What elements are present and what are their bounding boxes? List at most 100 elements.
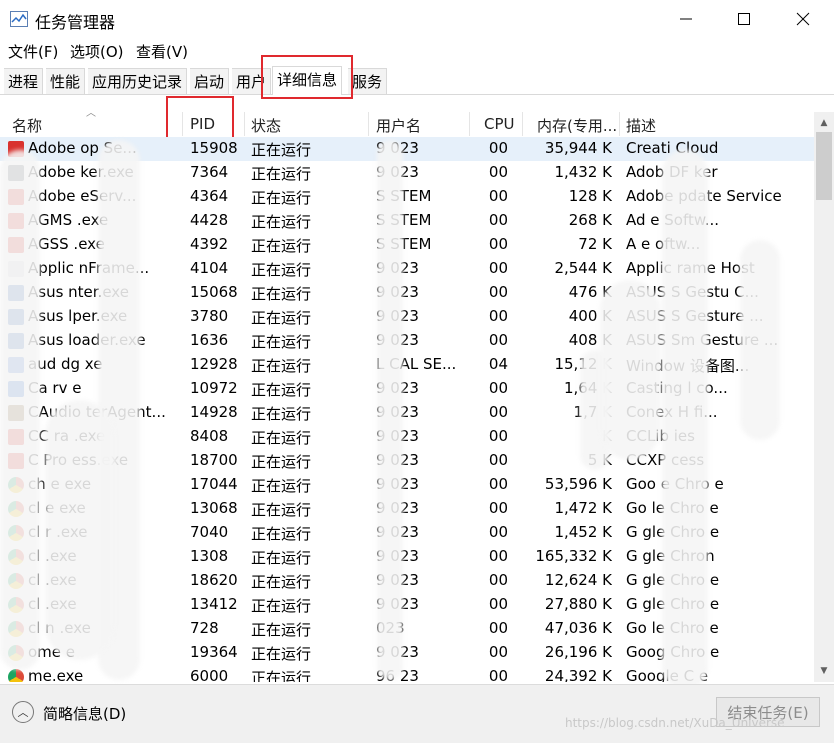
scroll-up-icon[interactable]: ▲ — [814, 114, 834, 132]
column-name[interactable]: 名称 — [12, 115, 42, 136]
process-status: 正在运行 — [251, 597, 312, 615]
fewer-details-link[interactable]: 简略信息(D) — [43, 703, 126, 724]
process-pid: 12928 — [190, 355, 238, 373]
close-button[interactable] — [774, 0, 832, 38]
scroll-down-icon[interactable]: ▼ — [814, 662, 834, 680]
column-description[interactable]: 描述 — [626, 115, 656, 136]
process-cpu: 00 — [488, 403, 508, 421]
process-status: 正在运行 — [251, 213, 312, 231]
process-cpu: 00 — [488, 259, 508, 277]
process-description: Goog Chro e — [626, 643, 720, 661]
process-pid: 4428 — [190, 211, 229, 229]
process-cpu: 00 — [488, 643, 508, 661]
tab-startup[interactable]: 启动 — [190, 68, 230, 94]
process-memory: 1,432 K — [554, 163, 612, 181]
process-pid: 18620 — [190, 571, 238, 589]
menu-options[interactable]: 选项(O) — [70, 41, 124, 62]
process-description: Adob DF ker — [626, 163, 717, 181]
minimize-button[interactable] — [657, 0, 715, 38]
scrollbar-thumb[interactable] — [816, 132, 832, 200]
process-memory: 27,880 K — [544, 595, 612, 613]
column-username[interactable]: 用户名 — [376, 115, 421, 136]
process-status: 正在运行 — [251, 501, 312, 519]
redaction-smudge — [740, 240, 780, 440]
process-cpu: 00 — [488, 619, 508, 637]
process-memory: 35,944 K — [544, 139, 612, 157]
process-pid: 4392 — [190, 235, 229, 253]
column-memory[interactable]: 内存(专用... — [537, 115, 617, 136]
process-cpu: 00 — [488, 187, 508, 205]
process-status: 正在运行 — [251, 573, 312, 591]
process-cpu: 00 — [488, 307, 508, 325]
process-status: 正在运行 — [251, 453, 312, 471]
process-cpu: 00 — [488, 235, 508, 253]
process-cpu: 00 — [488, 331, 508, 349]
column-cpu[interactable]: CPU — [484, 115, 515, 133]
menu-view[interactable]: 查看(V) — [136, 41, 188, 62]
tab-processes[interactable]: 进程 — [4, 68, 44, 94]
process-memory: 2,544 K — [554, 259, 612, 277]
column-divider[interactable] — [522, 112, 523, 136]
process-status: 正在运行 — [251, 669, 312, 682]
process-pid: 7040 — [190, 523, 229, 541]
process-status: 正在运行 — [251, 381, 312, 399]
process-memory: 1,472 K — [554, 499, 612, 517]
column-divider[interactable] — [469, 112, 470, 136]
process-cpu: 00 — [488, 451, 508, 469]
menu-file[interactable]: 文件(F) — [8, 41, 58, 62]
process-status: 正在运行 — [251, 333, 312, 351]
redaction-smudge — [0, 150, 40, 670]
process-memory: 408 K — [568, 331, 612, 349]
process-status: 正在运行 — [251, 189, 312, 207]
process-memory: 1,452 K — [554, 523, 612, 541]
vertical-scrollbar[interactable]: ▲ ▼ — [814, 112, 834, 682]
process-status: 正在运行 — [251, 141, 312, 159]
process-status: 正在运行 — [251, 165, 312, 183]
title-bar: 任务管理器 — [0, 0, 834, 38]
process-description: Go le Chro e — [626, 499, 719, 517]
process-description: Go le Chro e — [626, 619, 719, 637]
highlight-box-pid-column — [166, 96, 234, 140]
process-cpu: 00 — [488, 379, 508, 397]
process-cpu: 00 — [488, 595, 508, 613]
process-pid: 1308 — [190, 547, 229, 565]
chevron-up-icon[interactable]: ︿ — [12, 701, 34, 723]
process-pid: 13412 — [190, 595, 238, 613]
column-divider[interactable] — [244, 112, 245, 136]
process-status: 正在运行 — [251, 405, 312, 423]
process-status: 正在运行 — [251, 621, 312, 639]
column-divider[interactable] — [368, 112, 369, 136]
process-pid: 17044 — [190, 475, 238, 493]
process-status: 正在运行 — [251, 261, 312, 279]
maximize-button[interactable] — [715, 0, 773, 38]
column-status[interactable]: 状态 — [251, 115, 281, 136]
process-description: Google C e — [626, 667, 708, 682]
process-description: Ad e Softw... — [626, 211, 719, 229]
tab-performance[interactable]: 性能 — [46, 68, 86, 94]
process-memory: 24,392 K — [544, 667, 612, 682]
process-cpu: 00 — [488, 139, 508, 157]
process-memory: 400 K — [568, 307, 612, 325]
process-status: 正在运行 — [251, 285, 312, 303]
process-status: 正在运行 — [251, 237, 312, 255]
process-description: Applic rame Host — [626, 259, 755, 277]
process-description: G gle Chro e — [626, 595, 720, 613]
process-pid: 7364 — [190, 163, 229, 181]
redaction-smudge — [377, 140, 403, 680]
process-status: 正在运行 — [251, 525, 312, 543]
highlight-box-details-tab — [261, 55, 353, 99]
process-cpu: 00 — [488, 523, 508, 541]
redaction-smudge — [600, 280, 660, 460]
tab-app-history[interactable]: 应用历史记录 — [88, 68, 188, 94]
column-divider[interactable] — [619, 112, 620, 136]
process-pid: 4364 — [190, 187, 229, 205]
process-memory: 165,332 K — [535, 547, 612, 565]
process-cpu: 00 — [488, 475, 508, 493]
process-cpu: 00 — [488, 499, 508, 517]
process-status: 正在运行 — [251, 429, 312, 447]
menu-bar: 文件(F) 选项(O) 查看(V) — [0, 38, 834, 64]
tab-services[interactable]: 服务 — [348, 68, 388, 94]
process-memory: 476 K — [568, 283, 612, 301]
process-pid: 8408 — [190, 427, 229, 445]
process-pid: 15068 — [190, 283, 238, 301]
